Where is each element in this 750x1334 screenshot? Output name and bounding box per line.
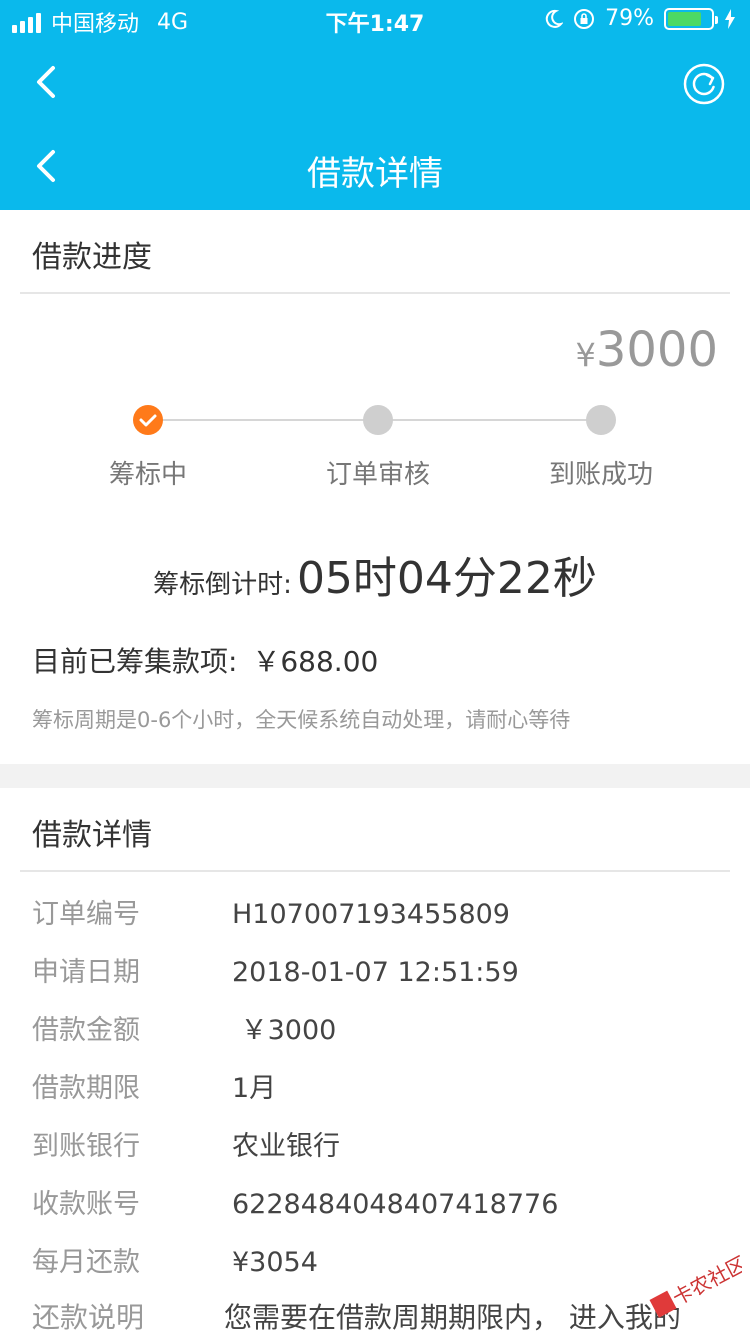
detail-row-repayment-note: 还款说明 您需要在借款周期期限内， 进入我的 [32, 1296, 732, 1334]
detail-label: 到账银行 [32, 1131, 140, 1162]
step-label-1: 筹标中 [108, 460, 187, 490]
progress-section-title: 借款进度 [32, 240, 152, 275]
charging-icon [725, 8, 735, 29]
detail-value: 6228484048407418776 [232, 1189, 559, 1220]
loan-amount-value: 3000 [595, 322, 718, 378]
detail-label: 收款账号 [32, 1189, 140, 1220]
details-card: 借款详情 订单编号 H107007193455809 申请日期 2018-01-07… [0, 788, 750, 1334]
refresh-button[interactable] [682, 62, 726, 106]
currency-symbol: ¥ [575, 336, 596, 374]
detail-value: 1月 [232, 1073, 277, 1104]
app-header: 中国移动 4G 下午1:47 79% 借款详情 [0, 0, 750, 210]
detail-label: 申请日期 [32, 957, 140, 988]
chevron-left-icon [37, 66, 55, 98]
svg-text:卡农社区: 卡农社区 [668, 1251, 742, 1310]
detail-label: 借款金额 [32, 1015, 140, 1046]
raised-amount: 目前已筹集款项: ￥688.00 [32, 640, 378, 680]
detail-row-monthly-payment: 每月还款 ¥3054 [32, 1240, 732, 1279]
battery-percent: 79% [605, 6, 654, 31]
detail-row-loan-amount: 借款金额 ￥3000 [32, 1008, 732, 1047]
raised-value: ￥688.00 [252, 645, 379, 678]
detail-row-loan-term: 借款期限 1月 [32, 1066, 732, 1105]
step-dot-3 [586, 405, 616, 435]
battery-icon [664, 7, 718, 30]
detail-label: 订单编号 [32, 899, 140, 930]
detail-value: H107007193455809 [232, 899, 510, 930]
detail-row-order-number: 订单编号 H107007193455809 [32, 892, 732, 931]
divider [20, 870, 730, 872]
raised-label: 目前已筹集款项: [32, 645, 238, 678]
detail-label: 每月还款 [32, 1247, 140, 1278]
refresh-icon [683, 63, 725, 105]
detail-row-bank: 到账银行 农业银行 [32, 1124, 732, 1163]
detail-label: 借款期限 [32, 1073, 140, 1104]
check-icon [139, 414, 157, 427]
step-label-2: 订单审核 [325, 460, 430, 490]
countdown: 筹标倒计时: 05时04分22秒 [0, 542, 750, 606]
details-section-title: 借款详情 [32, 818, 152, 853]
funding-note: 筹标周期是0-6个小时，全天候系统自动处理，请耐心等待 [32, 708, 571, 732]
detail-label: 还款说明 [32, 1301, 145, 1334]
back-button-top[interactable] [26, 62, 66, 102]
step-dot-2 [363, 405, 393, 435]
countdown-label: 筹标倒计时: [153, 570, 292, 600]
detail-row-apply-date: 申请日期 2018-01-07 12:51:59 [32, 950, 732, 989]
status-bar: 中国移动 4G 下午1:47 79% [0, 0, 750, 40]
loan-amount: ¥3000 [575, 322, 718, 378]
rotation-lock-icon [574, 8, 595, 29]
page-title: 借款详情 [307, 154, 443, 194]
detail-value: ￥3000 [232, 1015, 337, 1046]
step-label-3: 到账成功 [548, 460, 653, 490]
moon-icon [545, 9, 564, 28]
countdown-value: 05时04分22秒 [296, 553, 597, 604]
detail-value: 农业银行 [232, 1131, 340, 1162]
detail-value: 您需要在借款周期期限内， 进入我的 [224, 1301, 681, 1334]
divider [20, 292, 730, 294]
step-dot-1 [133, 405, 163, 435]
detail-value: 2018-01-07 12:51:59 [232, 957, 519, 988]
watermark-logo: 卡农社区 [649, 1251, 742, 1318]
battery-level [668, 11, 702, 26]
progress-card: 借款进度 ¥3000 筹标中 订单审核 到账成功 筹标倒计时: 05时04分22… [0, 210, 750, 764]
detail-value: ¥3054 [232, 1247, 318, 1278]
detail-row-account: 收款账号 6228484048407418776 [32, 1182, 732, 1221]
